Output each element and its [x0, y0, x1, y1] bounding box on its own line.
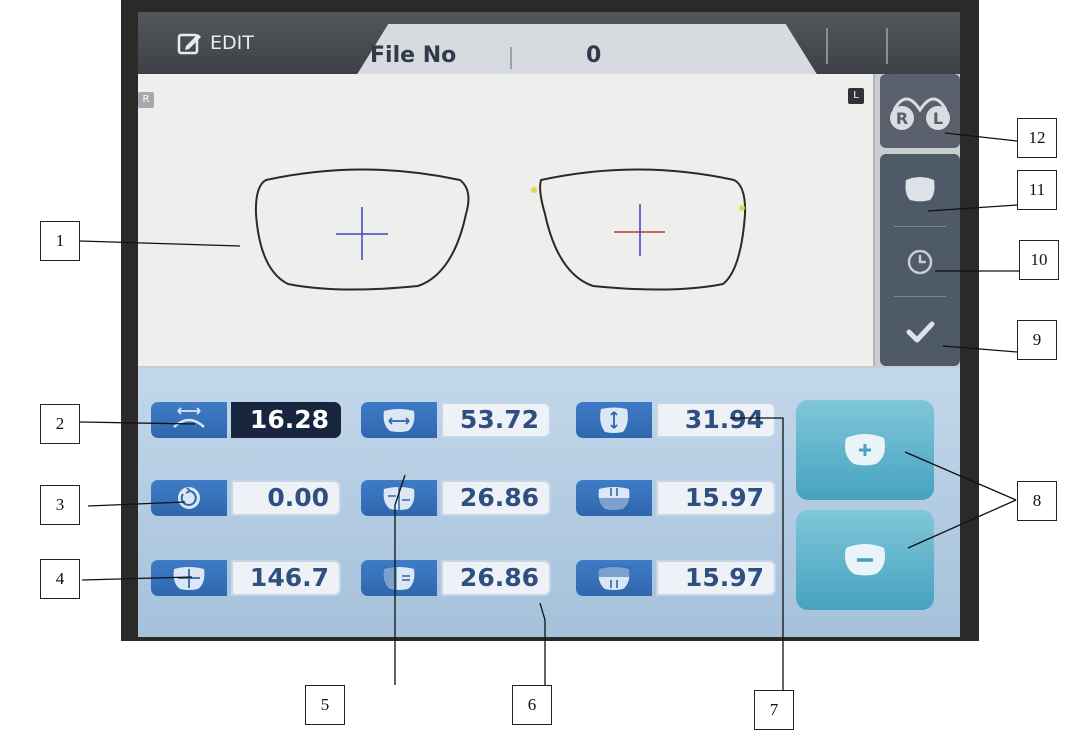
inner-half-width-measure[interactable]: 26.86 [361, 480, 551, 516]
callout-2: 2 [40, 404, 80, 444]
outer-half-width-measure[interactable]: 26.86 [361, 560, 551, 596]
total-width-measure[interactable]: 146.7 [151, 560, 341, 596]
left-lens-marker [531, 187, 537, 193]
outer-half-width-value[interactable]: 26.86 [441, 560, 551, 596]
bottom-half-height-icon-box [576, 560, 652, 596]
bridge-measure[interactable]: 16.28 [151, 402, 341, 438]
edit-button[interactable]: EDIT [176, 26, 254, 60]
bottom-half-height-measure[interactable]: 15.97 [576, 560, 776, 596]
total-width-icon [173, 567, 205, 590]
outer-half-width-icon [383, 566, 415, 591]
rotation-value[interactable]: 0.00 [231, 480, 341, 516]
frame-height-value[interactable]: 31.94 [656, 402, 776, 438]
confirm-button[interactable] [880, 298, 960, 366]
right-left-toggle-button[interactable]: R L [880, 74, 960, 148]
left-lens-outline [539, 168, 747, 291]
callout-4: 4 [40, 559, 80, 599]
top-half-height-measure[interactable]: 15.97 [576, 480, 776, 516]
callout-6: 6 [512, 685, 552, 725]
frame-height-icon-box [576, 402, 652, 438]
frame-width-icon [383, 409, 415, 432]
side-panel: R L [880, 74, 960, 366]
measurement-panel: 16.28 53.72 31.94 0.00 26.86 15.97 146.7… [138, 368, 960, 637]
top-half-height-value[interactable]: 15.97 [656, 480, 776, 516]
outer-half-width-icon-box [361, 560, 437, 596]
inner-half-width-icon [383, 487, 415, 510]
rotation-icon-box [151, 480, 227, 516]
callout-8: 8 [1017, 481, 1057, 521]
file-number-label: File No [370, 43, 457, 68]
lens-shape-button[interactable] [880, 154, 960, 224]
device-screen: EDIT File No 0 R L R L 16.28 53.72 31.94… [138, 12, 960, 637]
lens-shapes [254, 168, 747, 291]
callout-3: 3 [40, 485, 80, 525]
header-bar: EDIT File No 0 [138, 12, 960, 76]
file-number-value[interactable]: 0 [586, 43, 601, 68]
history-button[interactable] [880, 228, 960, 294]
history-icon [907, 249, 933, 275]
frame-height-icon [600, 407, 628, 433]
side-button-stack [880, 154, 960, 366]
header-separator [826, 28, 828, 64]
lens-shape-display[interactable]: R L [138, 74, 875, 366]
callout-9: 9 [1017, 320, 1057, 360]
rotation-measure[interactable]: 0.00 [151, 480, 341, 516]
callout-11: 11 [1017, 170, 1057, 210]
side-divider [894, 296, 946, 297]
callout-7: 7 [754, 690, 794, 730]
edit-icon [177, 33, 201, 55]
minus-icon [845, 544, 885, 576]
callout-5: 5 [305, 685, 345, 725]
increase-button[interactable] [796, 400, 934, 500]
bridge-value[interactable]: 16.28 [231, 402, 341, 438]
frame-height-measure[interactable]: 31.94 [576, 402, 776, 438]
lens-shape-icon [905, 177, 935, 202]
bottom-half-height-value[interactable]: 15.97 [656, 560, 776, 596]
callout-12: 12 [1017, 118, 1057, 158]
callout-1: 1 [40, 221, 80, 261]
check-icon [906, 321, 935, 343]
frame-width-icon-box [361, 402, 437, 438]
side-divider [894, 226, 946, 227]
edit-label: EDIT [210, 32, 254, 54]
rotation-icon [178, 487, 200, 509]
header-separator [886, 28, 888, 64]
total-width-value[interactable]: 146.7 [231, 560, 341, 596]
top-half-height-icon [598, 487, 630, 510]
bridge-icon-box [151, 402, 227, 438]
right-left-icon: R L [890, 97, 950, 130]
plus-icon [845, 434, 885, 466]
left-lens-marker [739, 205, 745, 211]
file-input-caret [510, 47, 512, 69]
bottom-half-height-icon [598, 566, 630, 590]
bridge-icon [173, 407, 205, 428]
decrease-button[interactable] [796, 510, 934, 610]
top-half-height-icon-box [576, 480, 652, 516]
frame-width-value[interactable]: 53.72 [441, 402, 551, 438]
inner-half-width-icon-box [361, 480, 437, 516]
total-width-icon-box [151, 560, 227, 596]
rl-icon-l: L [933, 109, 943, 128]
rl-icon-r: R [896, 109, 908, 128]
inner-half-width-value[interactable]: 26.86 [441, 480, 551, 516]
callout-10: 10 [1019, 240, 1059, 280]
frame-width-measure[interactable]: 53.72 [361, 402, 551, 438]
